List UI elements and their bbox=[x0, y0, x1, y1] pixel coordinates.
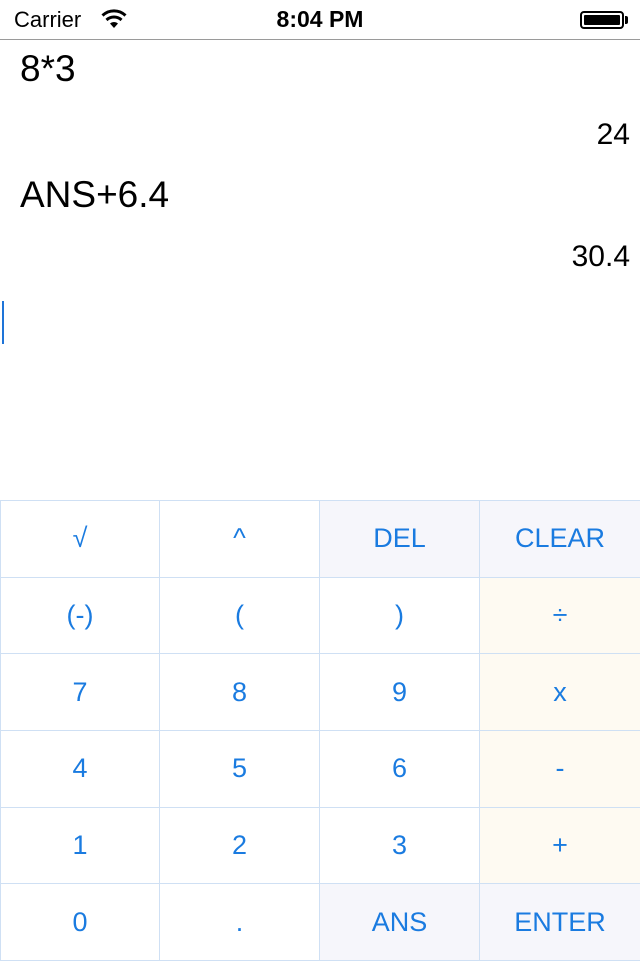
status-time: 8:04 PM bbox=[276, 6, 364, 32]
digit-6-button[interactable]: 6 bbox=[320, 730, 480, 808]
digit-9-button[interactable]: 9 bbox=[320, 654, 480, 731]
digit-5-button[interactable]: 5 bbox=[160, 730, 320, 808]
battery-icon bbox=[580, 11, 624, 29]
negate-button[interactable]: (-) bbox=[0, 577, 160, 655]
sqrt-button[interactable]: √ bbox=[0, 501, 160, 578]
history-expression: 8*3 bbox=[20, 48, 76, 89]
digit-0-button[interactable]: 0 bbox=[0, 884, 160, 961]
history-result: 24 bbox=[596, 118, 630, 151]
history-expression: ANS+6.4 bbox=[20, 174, 170, 215]
power-button[interactable]: ^ bbox=[160, 501, 320, 578]
digit-8-button[interactable]: 8 bbox=[160, 654, 320, 731]
open-paren-button[interactable]: ( bbox=[160, 577, 320, 655]
digit-7-button[interactable]: 7 bbox=[0, 654, 160, 731]
digit-1-button[interactable]: 1 bbox=[0, 807, 160, 885]
history-result: 30.4 bbox=[571, 240, 630, 273]
delete-button[interactable]: DEL bbox=[320, 501, 480, 578]
clear-button[interactable]: CLEAR bbox=[480, 501, 640, 578]
battery-tip bbox=[625, 16, 628, 24]
digit-3-button[interactable]: 3 bbox=[320, 807, 480, 885]
close-paren-button[interactable]: ) bbox=[320, 577, 480, 655]
expression-input[interactable] bbox=[0, 290, 640, 350]
add-button[interactable]: + bbox=[480, 807, 640, 885]
ans-button[interactable]: ANS bbox=[320, 884, 480, 961]
battery-fill bbox=[584, 15, 620, 25]
divide-button[interactable]: ÷ bbox=[480, 577, 640, 655]
decimal-button[interactable]: . bbox=[160, 884, 320, 961]
text-cursor bbox=[2, 301, 4, 344]
status-bar: Carrier 8:04 PM bbox=[0, 0, 640, 40]
keypad: √ ^ DEL CLEAR (-)() ÷ 7 8 9 x 4 5 6- 1 2 3 +0. ANS ENTER bbox=[0, 500, 640, 961]
digit-4-button[interactable]: 4 bbox=[0, 730, 160, 808]
subtract-button[interactable]: - bbox=[480, 730, 640, 808]
enter-button[interactable]: ENTER bbox=[480, 884, 640, 961]
digit-2-button[interactable]: 2 bbox=[160, 807, 320, 885]
multiply-button[interactable]: x bbox=[480, 654, 640, 731]
